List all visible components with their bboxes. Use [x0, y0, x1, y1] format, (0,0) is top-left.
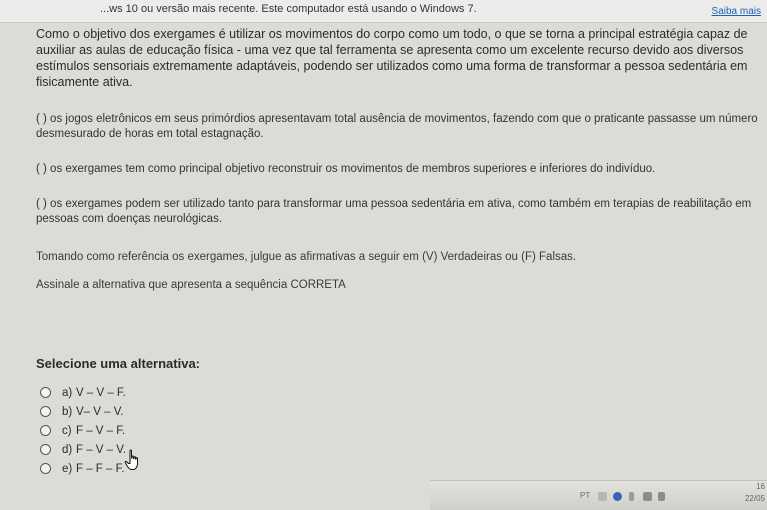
- prompt-text: Assinale a alternativa que apresenta a s…: [36, 279, 346, 291]
- option-text: F – F – F.: [76, 462, 125, 475]
- select-alternative-title: Selecione uma alternativa:: [36, 356, 201, 371]
- radio-button[interactable]: [40, 463, 51, 474]
- option-d[interactable]: d) F – V – V.: [40, 440, 126, 459]
- language-indicator[interactable]: PT: [580, 491, 590, 500]
- clock-time[interactable]: 16: [756, 482, 765, 491]
- option-letter: e): [62, 462, 73, 475]
- hand-pointer-icon: [124, 449, 138, 470]
- option-text: V – V – F.: [76, 386, 126, 399]
- option-text: V– V – V.: [76, 405, 124, 418]
- option-e[interactable]: e) F – F – F.: [40, 459, 126, 478]
- statement-2: ( ) os exergames tem como principal obje…: [36, 163, 656, 175]
- option-letter: d): [62, 443, 73, 456]
- radio-button[interactable]: [40, 425, 51, 436]
- volume-icon[interactable]: [658, 492, 665, 501]
- answer-options: a) V – V – F. b) V– V – V. c) F – V – F.…: [40, 383, 126, 478]
- option-c[interactable]: c) F – V – F.: [40, 421, 126, 440]
- question-body: Como o objetivo dos exergames é utilizar…: [36, 26, 764, 293]
- help-icon[interactable]: [613, 492, 622, 501]
- radio-button[interactable]: [40, 387, 51, 398]
- radio-button[interactable]: [40, 444, 51, 455]
- notice-text: ...ws 10 ou versão mais recente. Este co…: [100, 3, 477, 15]
- option-text: F – V – F.: [76, 424, 126, 437]
- radio-button[interactable]: [40, 406, 51, 417]
- question-intro: Como o objetivo dos exergames é utilizar…: [36, 27, 748, 89]
- statement-1: ( ) os jogos eletrônicos em seus primórd…: [36, 113, 758, 140]
- statement-3: ( ) os exergames podem ser utilizado tan…: [36, 198, 752, 225]
- clock-date[interactable]: 22/05: [745, 494, 765, 503]
- option-letter: c): [62, 424, 72, 437]
- option-text: F – V – V.: [76, 443, 127, 456]
- browser-notice-bar: ...ws 10 ou versão mais recente. Este co…: [0, 0, 767, 23]
- option-b[interactable]: b) V– V – V.: [40, 402, 126, 421]
- option-letter: b): [62, 405, 73, 418]
- windows-taskbar: PT 16 22/05: [430, 480, 767, 510]
- keyboard-icon[interactable]: [598, 492, 607, 501]
- flag-icon[interactable]: [629, 492, 634, 501]
- learn-more-link[interactable]: Saiba mais: [712, 6, 761, 17]
- instruction-text: Tomando como referência os exergames, ju…: [36, 251, 577, 263]
- option-a[interactable]: a) V – V – F.: [40, 383, 126, 402]
- option-letter: a): [62, 386, 73, 399]
- network-icon[interactable]: [643, 492, 652, 501]
